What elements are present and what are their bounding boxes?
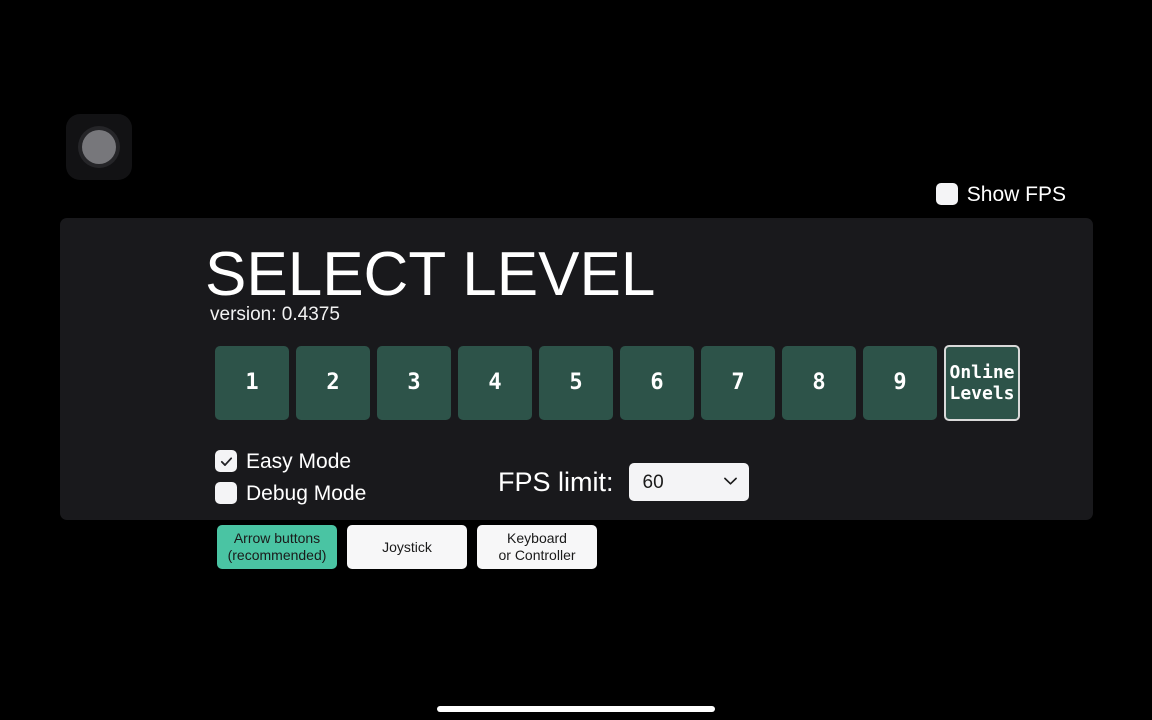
options-row: Easy Mode Debug Mode FPS limit: 60 [215, 450, 749, 504]
show-fps-toggle[interactable]: Show FPS [935, 182, 1066, 206]
control-scheme-joystick[interactable]: Joystick [347, 525, 467, 569]
virtual-joystick[interactable] [66, 114, 132, 180]
easy-mode-toggle[interactable]: Easy Mode [215, 450, 460, 472]
show-fps-checkbox[interactable] [935, 183, 958, 205]
level-button-5[interactable]: 5 [539, 346, 613, 420]
control-scheme-arrow-buttons[interactable]: Arrow buttons (recommended) [217, 525, 337, 569]
level-button-6[interactable]: 6 [620, 346, 694, 420]
debug-mode-label: Debug Mode [246, 481, 367, 505]
level-button-8[interactable]: 8 [782, 346, 856, 420]
level-button-row: 1 2 3 4 5 6 7 8 9 Online Levels [215, 345, 1020, 421]
fps-limit-group: FPS limit: 60 [498, 463, 749, 501]
easy-mode-checkbox[interactable] [215, 450, 237, 472]
fps-limit-select[interactable]: 60 [628, 463, 749, 501]
control-scheme-row: Arrow buttons (recommended) Joystick Key… [217, 525, 597, 569]
level-button-3[interactable]: 3 [377, 346, 451, 420]
control-scheme-keyboard[interactable]: Keyboard or Controller [477, 525, 597, 569]
version-label: version: 0.4375 [210, 304, 340, 325]
debug-mode-toggle[interactable]: Debug Mode [215, 482, 460, 504]
debug-mode-checkbox[interactable] [215, 482, 237, 504]
page-title: SELECT LEVEL [205, 240, 656, 309]
level-button-1[interactable]: 1 [215, 346, 289, 420]
level-button-7[interactable]: 7 [701, 346, 775, 420]
online-levels-button[interactable]: Online Levels [944, 345, 1020, 421]
mode-checkbox-group: Easy Mode Debug Mode [215, 450, 460, 504]
home-indicator [437, 706, 715, 712]
level-button-2[interactable]: 2 [296, 346, 370, 420]
level-button-4[interactable]: 4 [458, 346, 532, 420]
fps-limit-value: 60 [642, 471, 664, 493]
chevron-down-icon [723, 473, 738, 491]
easy-mode-label: Easy Mode [246, 449, 352, 473]
select-level-panel: SELECT LEVEL version: 0.4375 1 2 3 4 5 6… [60, 218, 1093, 520]
joystick-ring [78, 126, 120, 168]
joystick-knob[interactable] [82, 130, 116, 164]
level-button-9[interactable]: 9 [863, 346, 937, 420]
show-fps-label: Show FPS [966, 182, 1066, 206]
fps-limit-label: FPS limit: [498, 466, 614, 497]
